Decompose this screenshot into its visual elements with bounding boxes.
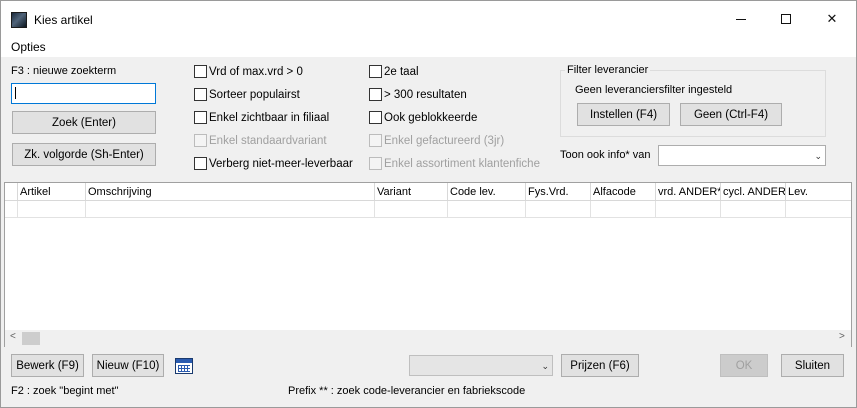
- search-button[interactable]: Zoek (Enter): [12, 111, 156, 134]
- checkbox-zichtbaar-filiaal[interactable]: Enkel zichtbaar in filiaal: [194, 111, 329, 124]
- checkbox-label: Enkel assortiment klantenfiche: [384, 157, 540, 170]
- checkbox-label: Enkel standaardvariant: [209, 134, 327, 147]
- checkbox-ook-geblokkeerde[interactable]: Ook geblokkeerde: [369, 111, 477, 124]
- table-cell[interactable]: [721, 201, 786, 218]
- checkbox-box[interactable]: [194, 157, 207, 170]
- checkbox-assortiment-klantenfiche: Enkel assortiment klantenfiche: [369, 157, 540, 170]
- column-header-code-lev[interactable]: Code lev.: [448, 183, 526, 201]
- scroll-left-icon[interactable]: <: [10, 331, 16, 342]
- table-cell[interactable]: [786, 201, 851, 218]
- maximize-icon: [781, 14, 791, 24]
- new-button[interactable]: Nieuw (F10): [92, 354, 164, 377]
- toon-info-dropdown[interactable]: ⌄: [658, 145, 826, 166]
- close-icon: ✕: [826, 11, 838, 26]
- chevron-down-icon: ⌄: [541, 360, 549, 371]
- column-header-artikel[interactable]: Artikel: [18, 183, 86, 201]
- checkbox-verberg-niet-leverbaar[interactable]: Verberg niet-meer-leverbaar: [194, 157, 353, 170]
- checkbox-label: Enkel gefactureerd (3jr): [384, 134, 505, 147]
- row-header[interactable]: [5, 201, 18, 218]
- table-cell[interactable]: [18, 201, 86, 218]
- text-caret: [15, 87, 16, 99]
- close-dialog-button[interactable]: Sluiten: [781, 354, 844, 377]
- table-cell[interactable]: [86, 201, 375, 218]
- footer-dropdown[interactable]: ⌄: [409, 355, 553, 376]
- calendar-header: [176, 359, 192, 363]
- column-header-vrd-ander[interactable]: vrd. ANDER*: [656, 183, 721, 201]
- column-header-variant[interactable]: Variant: [375, 183, 448, 201]
- calendar-grid: [178, 365, 190, 372]
- maximize-button[interactable]: [763, 1, 809, 37]
- chevron-down-icon: ⌄: [814, 150, 822, 161]
- grid-header: Artikel Omschrijving Variant Code lev. F…: [5, 183, 851, 201]
- checkbox-sorteer-populairst[interactable]: Sorteer populairst: [194, 88, 300, 101]
- checkbox-label: Sorteer populairst: [209, 88, 300, 101]
- ok-button: OK: [720, 354, 768, 377]
- checkbox-300-resultaten[interactable]: > 300 resultaten: [369, 88, 467, 101]
- hint-begint-met: F2 : zoek "begint met": [11, 385, 119, 397]
- toon-info-label: Toon ook info* van: [560, 149, 651, 161]
- results-grid[interactable]: Artikel Omschrijving Variant Code lev. F…: [4, 182, 852, 347]
- search-input[interactable]: [11, 83, 156, 104]
- checkbox-box[interactable]: [369, 88, 382, 101]
- title-bar: Kies artikel ✕: [1, 1, 856, 37]
- prices-button[interactable]: Prijzen (F6): [561, 354, 639, 377]
- checkbox-gefactureerd: Enkel gefactureerd (3jr): [369, 134, 504, 147]
- close-button[interactable]: ✕: [809, 1, 855, 37]
- checkbox-box: [194, 134, 207, 147]
- calendar-icon[interactable]: [175, 358, 193, 374]
- checkbox-label: Vrd of max.vrd > 0: [209, 65, 303, 78]
- table-cell[interactable]: [526, 201, 591, 218]
- menu-opties[interactable]: Opties: [11, 40, 46, 54]
- column-header-cycl-ander[interactable]: cycl. ANDER*: [721, 183, 786, 201]
- column-header-alfacode[interactable]: Alfacode: [591, 183, 656, 201]
- column-header-fys-vrd[interactable]: Fys.Vrd.: [526, 183, 591, 201]
- minimize-icon: [736, 18, 746, 20]
- checkbox-label: Ook geblokkeerde: [384, 111, 478, 124]
- supplier-filter-title: Filter leverancier: [565, 64, 651, 76]
- minimize-button[interactable]: [718, 1, 764, 37]
- hint-prefix: Prefix ** : zoek code-leverancier en fab…: [288, 385, 526, 397]
- window-title: Kies artikel: [34, 13, 93, 27]
- app-icon: [11, 12, 27, 28]
- table-cell[interactable]: [591, 201, 656, 218]
- table-row[interactable]: [5, 201, 851, 218]
- supplier-filter-status: Geen leveranciersfilter ingesteld: [575, 84, 733, 96]
- table-cell[interactable]: [656, 201, 721, 218]
- checkbox-label: 2e taal: [384, 65, 419, 78]
- checkbox-box[interactable]: [369, 111, 382, 124]
- checkbox-2e-taal[interactable]: 2e taal: [369, 65, 419, 78]
- checkbox-standaardvariant: Enkel standaardvariant: [194, 134, 327, 147]
- checkbox-box: [369, 134, 382, 147]
- menu-bar: Opties: [1, 37, 856, 57]
- table-cell[interactable]: [448, 201, 526, 218]
- set-supplier-button[interactable]: Instellen (F4): [577, 103, 670, 126]
- checkbox-box[interactable]: [194, 88, 207, 101]
- column-header-omschrijving[interactable]: Omschrijving: [86, 183, 375, 201]
- checkbox-box: [369, 157, 382, 170]
- row-header-corner: [5, 183, 18, 201]
- scrollbar-thumb[interactable]: [22, 332, 40, 345]
- column-header-lev[interactable]: Lev.: [786, 183, 851, 201]
- checkbox-label: > 300 resultaten: [384, 88, 467, 101]
- checkbox-box[interactable]: [194, 111, 207, 124]
- horizontal-scrollbar[interactable]: < >: [5, 330, 851, 347]
- checkbox-label: Verberg niet-meer-leverbaar: [209, 157, 353, 170]
- no-supplier-button[interactable]: Geen (Ctrl-F4): [680, 103, 782, 126]
- table-cell[interactable]: [375, 201, 448, 218]
- checkbox-label: Enkel zichtbaar in filiaal: [209, 111, 330, 124]
- edit-button[interactable]: Bewerk (F9): [11, 354, 84, 377]
- dialog-window: Kies artikel ✕ Opties F3 : nieuwe zoekte…: [0, 0, 857, 408]
- search-label: F3 : nieuwe zoekterm: [11, 65, 117, 77]
- checkbox-box[interactable]: [194, 65, 207, 78]
- checkbox-box[interactable]: [369, 65, 382, 78]
- checkbox-vrd-max[interactable]: Vrd of max.vrd > 0: [194, 65, 303, 78]
- search-order-button[interactable]: Zk. volgorde (Sh-Enter): [12, 143, 156, 166]
- scroll-right-icon[interactable]: >: [839, 331, 845, 342]
